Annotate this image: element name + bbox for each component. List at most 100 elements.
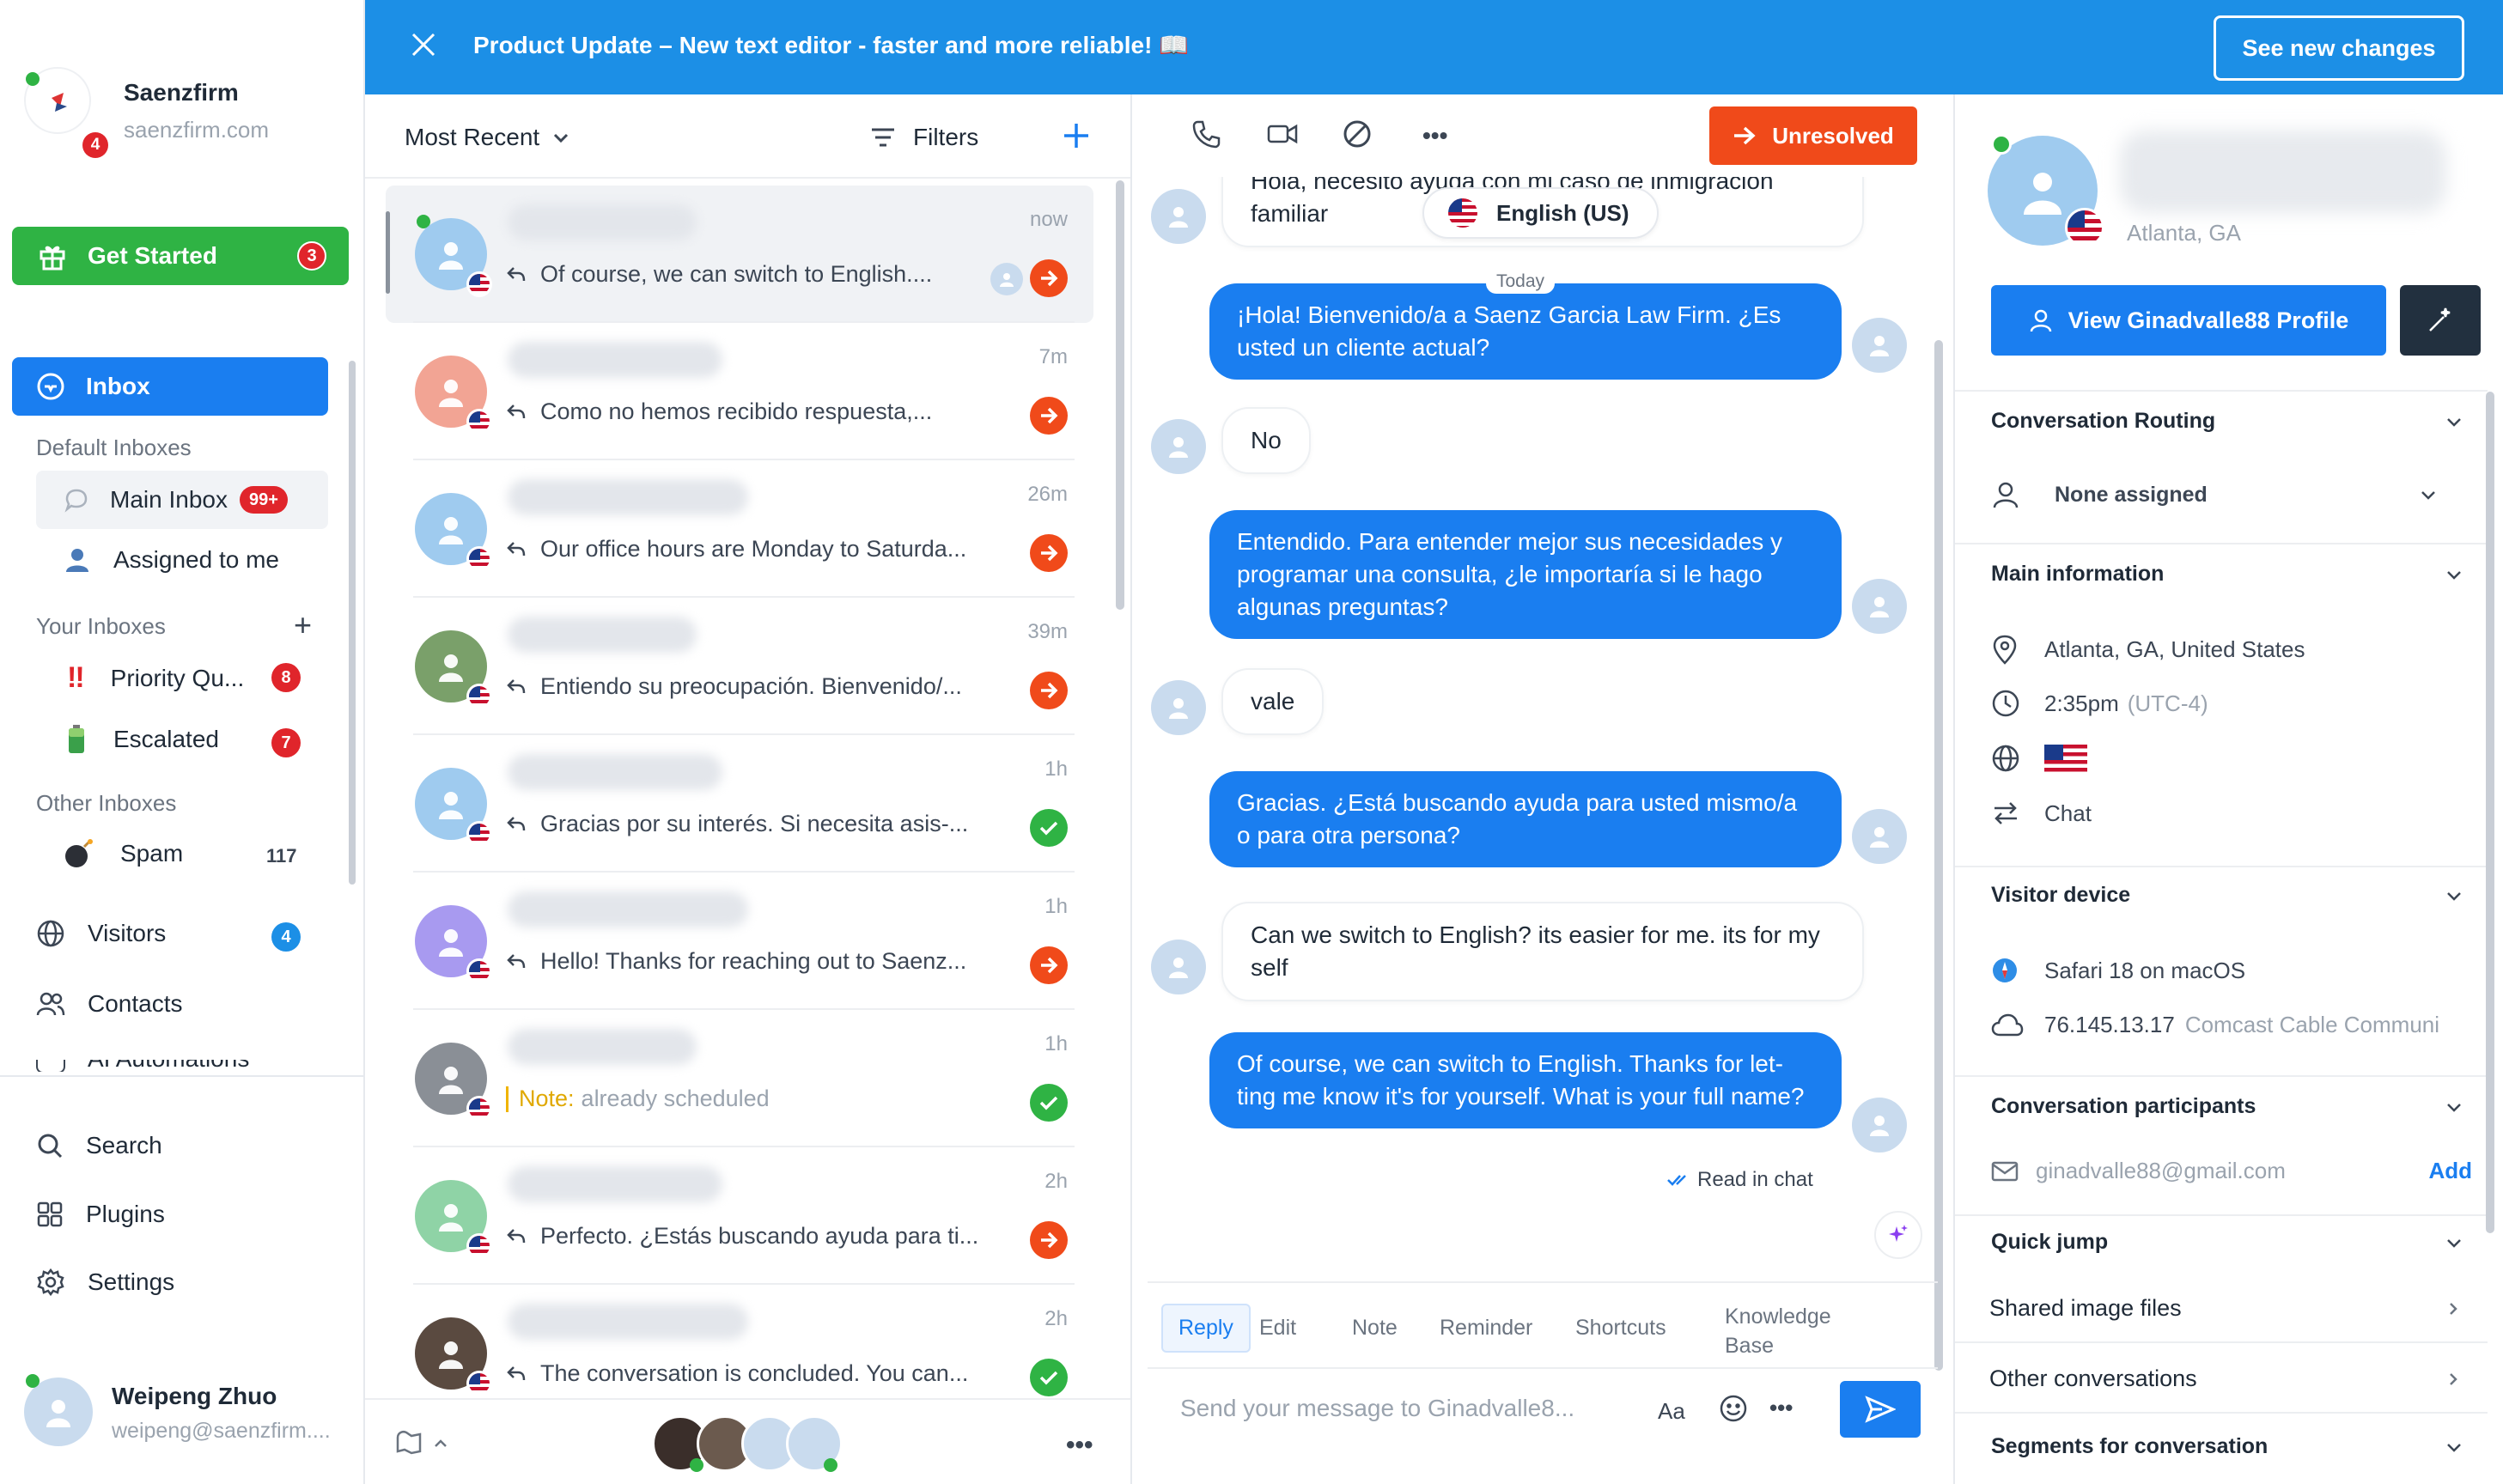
sidebar-item-assigned[interactable]: Assigned to me (64, 546, 279, 574)
section-visitor-device[interactable]: Visitor device (1991, 883, 2463, 908)
unresolved-status-icon[interactable] (1030, 259, 1068, 297)
participant-email: ginadvalle88@gmail.com (2036, 1158, 2286, 1183)
chevron-right-icon (2450, 1302, 2457, 1315)
preview-text: Perfecto. ¿Estás buscando ayuda para ti.… (540, 1223, 979, 1249)
sidebar-scrollbar[interactable] (349, 361, 356, 885)
sidebar-item-ai-automations[interactable]: AI Automations (36, 1060, 345, 1072)
unresolved-status-icon[interactable] (1030, 1221, 1068, 1259)
sidebar-item-search[interactable]: Search (36, 1132, 162, 1159)
resolved-status-icon[interactable] (1030, 1084, 1068, 1122)
other-conversations-link[interactable]: Other conversations (1989, 1365, 2462, 1392)
unresolved-button[interactable]: Unresolved (1709, 106, 1917, 165)
banner-text: Product Update – New text editor - faste… (473, 32, 1190, 58)
conversation-preview: Como no hemos recibido respuesta,... (506, 398, 932, 425)
assignee-dropdown[interactable]: None assigned (1991, 467, 2438, 522)
conversation-row[interactable]: 26m Our office hours are Monday to Saturd… (386, 460, 1093, 598)
ai-assist-button[interactable] (1874, 1211, 1922, 1259)
unresolved-status-icon[interactable] (1030, 397, 1068, 435)
inbox-icon (36, 372, 65, 401)
section-conversation-routing[interactable]: Conversation Routing (1991, 409, 2463, 434)
conversation-time: 1h (1044, 895, 1068, 918)
globe-icon (36, 919, 65, 948)
unresolved-status-icon[interactable] (1030, 534, 1068, 572)
chevron-down-icon (2447, 1443, 2461, 1452)
conversation-row[interactable]: 39m Entiendo su preocupación. Bienvenido/… (386, 598, 1093, 735)
user-avatar[interactable] (24, 1378, 93, 1446)
divider (413, 459, 1075, 460)
get-started-button[interactable]: Get Started 3 (12, 227, 349, 285)
view-profile-button[interactable]: View Ginadvalle88 Profile (1991, 285, 2386, 356)
text-format-button[interactable]: Aa (1658, 1398, 1685, 1425)
add-participant-button[interactable]: Add (2428, 1158, 2472, 1184)
conversation-row[interactable]: 1h Gracias por su interés. Si necesita as… (386, 735, 1093, 873)
conversation-row[interactable]: 2h Perfecto. ¿Estás buscando ayuda para t… (386, 1147, 1093, 1285)
sidebar-item-settings[interactable]: Settings (36, 1268, 174, 1297)
send-button[interactable] (1840, 1381, 1921, 1438)
cloud-icon (1991, 1013, 2025, 1038)
shared-images-link[interactable]: Shared image files (1989, 1295, 2462, 1322)
more-options-icon[interactable]: ••• (1422, 122, 1447, 149)
language-selector[interactable]: English (US) (1422, 187, 1659, 239)
more-options-icon[interactable]: ••• (1066, 1431, 1093, 1460)
us-flag-icon (466, 684, 492, 709)
section-quick-jump[interactable]: Quick jump (1991, 1230, 2463, 1255)
clock-icon (1991, 689, 2025, 718)
composer-tab[interactable]: Shortcuts (1575, 1316, 1666, 1341)
see-new-changes-button[interactable]: See new changes (2214, 15, 2464, 81)
conversation-row[interactable]: 1h Note: already scheduled (386, 1010, 1093, 1147)
composer-tab[interactable]: Note (1352, 1316, 1398, 1341)
close-icon[interactable] (410, 31, 437, 58)
note-text: already scheduled (581, 1086, 770, 1111)
language-label: English (US) (1496, 199, 1629, 226)
conversation-row[interactable]: now Of course, we can switch to English..… (386, 186, 1093, 323)
sidebar-item-spam[interactable]: Spam (64, 838, 183, 869)
more-options-icon[interactable]: ••• (1769, 1395, 1793, 1421)
team-avatars[interactable] (652, 1415, 843, 1475)
add-inbox-icon[interactable]: + (294, 610, 312, 641)
composer-tab[interactable]: Edit (1259, 1316, 1296, 1341)
resolved-status-icon[interactable] (1030, 809, 1068, 847)
new-conversation-icon[interactable] (1061, 120, 1092, 151)
divider (413, 1008, 1075, 1010)
resolved-status-icon[interactable] (1030, 1359, 1068, 1396)
escalated-label: Escalated (113, 726, 219, 752)
video-icon[interactable] (1266, 120, 1299, 148)
phone-icon[interactable] (1191, 119, 1221, 149)
unresolved-status-icon[interactable] (1030, 946, 1068, 984)
sidebar-item-priority[interactable]: !! Priority Qu... (67, 661, 244, 695)
magic-tools-button[interactable] (2400, 285, 2481, 356)
message-input[interactable]: Send your message to Ginadvalle8... (1180, 1395, 1574, 1422)
conversation-preview: Perfecto. ¿Estás buscando ayuda para ti.… (506, 1223, 978, 1250)
sidebar-item-inbox[interactable]: Inbox (12, 357, 328, 416)
composer-tab[interactable]: Reminder (1440, 1316, 1532, 1341)
status-toggle[interactable] (391, 1426, 449, 1462)
conversation-preview: Gracias por su interés. Si necesita asis… (506, 811, 968, 837)
sidebar-item-contacts[interactable]: Contacts (36, 989, 183, 1019)
sidebar-item-escalated[interactable]: Escalated (67, 725, 219, 754)
conversation-row[interactable]: 1h Hello! Thanks for reaching out to Saen… (386, 873, 1093, 1010)
visitors-count: 4 (271, 922, 301, 952)
block-icon[interactable] (1342, 119, 1373, 149)
sort-dropdown[interactable]: Most Recent (405, 124, 570, 151)
section-main-information[interactable]: Main information (1991, 562, 2463, 587)
unresolved-status-icon[interactable] (1030, 672, 1068, 709)
filters-button[interactable]: Filters (870, 124, 978, 151)
list-scrollbar[interactable] (1116, 180, 1124, 610)
section-conversation-participants[interactable]: Conversation participants (1991, 1094, 2463, 1119)
conversation-row[interactable]: 2h The conversation is concluded. You can… (386, 1285, 1093, 1422)
conversation-row[interactable]: 7m Como no hemos recibido respuesta,... (386, 323, 1093, 460)
sidebar-item-plugins[interactable]: Plugins (36, 1201, 165, 1228)
composer-tab[interactable]: Reply (1161, 1304, 1251, 1353)
location-pin-icon (1991, 634, 2025, 665)
sidebar-item-visitors[interactable]: Visitors (36, 919, 166, 948)
contact-name-redacted (508, 617, 697, 653)
composer-tab[interactable]: Knowledge Base (1725, 1302, 1845, 1360)
sidebar-item-main-inbox[interactable]: Main Inbox 99+ (36, 471, 328, 529)
inbox-label: Inbox (86, 373, 150, 399)
chat-scrollbar[interactable] (1934, 340, 1943, 1371)
panel-scrollbar[interactable] (2486, 392, 2494, 1233)
escalated-count: 7 (271, 728, 301, 757)
section-segments[interactable]: Segments for conversation (1991, 1434, 2463, 1459)
emoji-icon[interactable] (1718, 1393, 1749, 1424)
user-email: weipeng@saenzfirm.... (112, 1419, 331, 1443)
